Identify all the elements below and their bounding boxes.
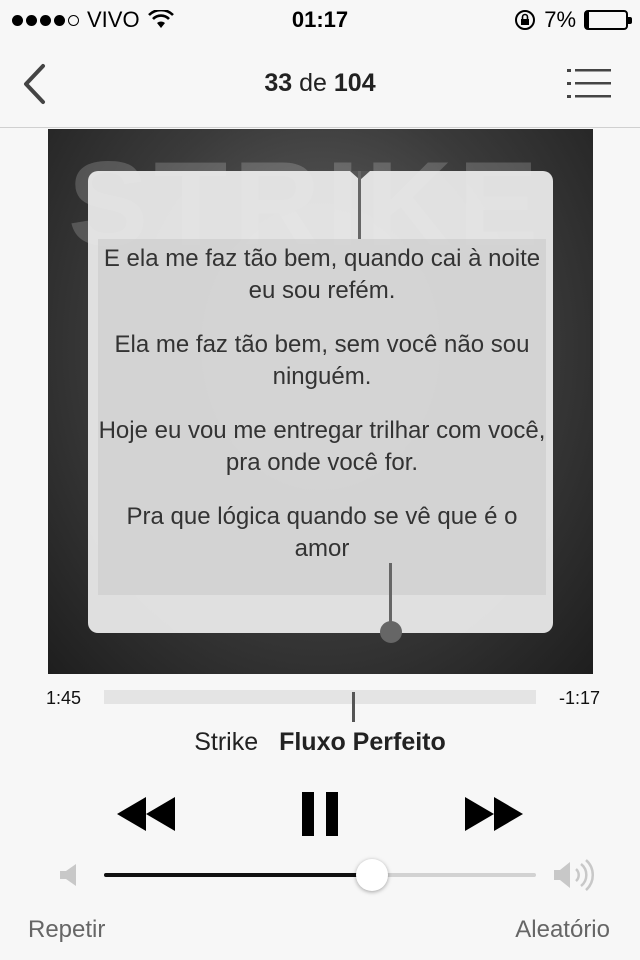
rotation-lock-icon: [515, 10, 536, 30]
song-info: Strike Fluxo Perfeito: [0, 728, 640, 757]
playback-controls: [0, 786, 640, 842]
volume-row: [0, 850, 640, 900]
rewind-icon: [117, 797, 175, 831]
nav-bar: 33 de 104: [0, 40, 640, 128]
track-current: 33: [264, 69, 293, 97]
track-total: 104: [333, 69, 376, 97]
pause-icon: [302, 792, 338, 836]
speaker-high-icon: [554, 859, 595, 891]
battery-percent: 7%: [544, 7, 576, 32]
volume-knob[interactable]: [356, 859, 388, 891]
wifi-icon: [147, 10, 174, 28]
next-button[interactable]: [460, 786, 528, 842]
fast-forward-icon: [465, 797, 523, 831]
battery-icon: [584, 10, 632, 30]
volume-slider[interactable]: [104, 859, 536, 891]
carrier-name: VIVO: [87, 7, 140, 32]
progress-playhead[interactable]: [352, 692, 355, 722]
speaker-low-icon: [60, 864, 76, 886]
progress-row: 1:45 -1:17: [0, 680, 640, 722]
chevron-left-icon: [24, 64, 45, 104]
pause-button[interactable]: [296, 786, 344, 842]
signal-icon: [12, 14, 79, 26]
back-button[interactable]: [14, 62, 54, 106]
previous-button[interactable]: [112, 786, 180, 842]
bottom-row: Repetir Aleatório: [0, 912, 640, 948]
track-position: 33 de 104: [264, 69, 375, 98]
lyrics-panel[interactable]: E ela me faz tão bem, quando cai à noite…: [88, 171, 553, 643]
artist-name: Strike: [194, 728, 259, 756]
lyrics-marker-top-line: [358, 171, 361, 239]
track-list-icon: [567, 69, 611, 98]
repeat-button[interactable]: Repetir: [28, 916, 105, 944]
lyrics-text: E ela me faz tão bem, quando cai à noite…: [98, 243, 546, 587]
volume-fill: [104, 873, 372, 877]
status-right: 7%: [514, 7, 632, 33]
lyrics-line: Hoje eu vou me entregar trilhar com você…: [98, 417, 546, 476]
time-remaining: -1:17: [558, 688, 600, 708]
album-art[interactable]: STRIKE E ela me faz tão bem, quando cai …: [48, 129, 593, 674]
track-list-button[interactable]: [566, 66, 612, 102]
lyrics-line: Ela me faz tão bem, sem você não sou nin…: [114, 331, 530, 390]
progress-scrubber[interactable]: [104, 690, 536, 722]
lyrics-scroll-handle[interactable]: [380, 621, 402, 643]
lyrics-line: Pra que lógica quando se vê que é o amor: [126, 503, 518, 562]
song-title: Fluxo Perfeito: [279, 728, 446, 756]
time-elapsed: 1:45: [46, 688, 82, 708]
track-separator: de: [299, 69, 327, 97]
status-left: VIVO: [12, 7, 174, 33]
battery-level: [586, 12, 589, 28]
status-bar: VIVO 01:17 7%: [0, 0, 640, 40]
lyrics-line: E ela me faz tão bem, quando cai à noite…: [103, 245, 541, 304]
shuffle-button[interactable]: Aleatório: [515, 916, 610, 944]
